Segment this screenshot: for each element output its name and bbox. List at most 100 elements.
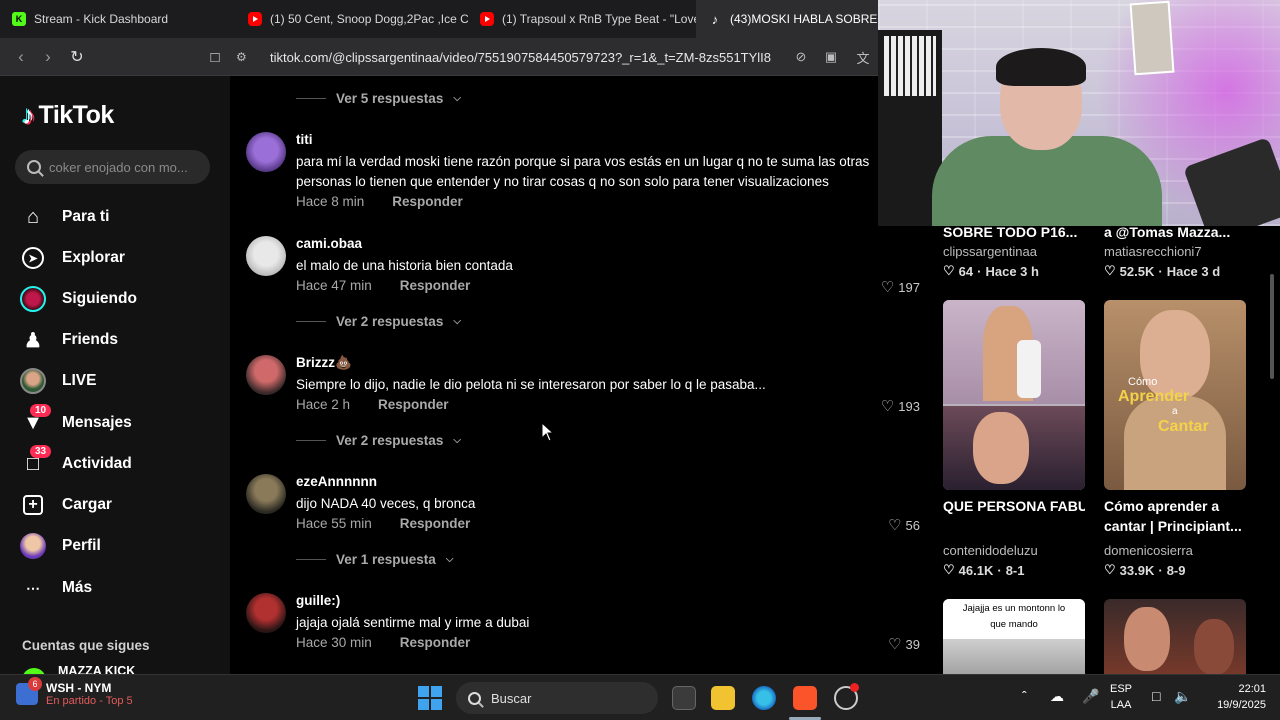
comment-time: Hace 30 min [296,635,372,650]
sidebar-item-perfil[interactable]: Perfil [20,531,101,561]
reply-button[interactable]: Responder [400,635,471,650]
site-settings-icon[interactable]: ⚙ [236,50,254,64]
video-thumbnail[interactable] [943,300,1085,490]
comment-username[interactable]: Brizzz💩 [296,355,352,371]
windows-start-icon[interactable] [418,686,442,710]
like-button[interactable]: ♡ 197 [881,278,920,296]
sidebar-item-cargar[interactable]: + Cargar [20,490,112,520]
edge-browser-icon[interactable] [752,686,776,710]
comment-avatar[interactable] [246,355,286,395]
translate-icon[interactable]: 文 [852,46,874,68]
taskbar-widget[interactable]: 6 WSH - NYM En partido - Top 5 [16,677,133,707]
comment-avatar[interactable] [246,474,286,514]
comment-item: cami.obaa el malo de una historia bien c… [246,236,926,300]
sidebar-item-mas[interactable]: ⋯ Más [20,573,92,603]
sidebar-item-label: Para ti [62,208,110,225]
video-thumbnail[interactable] [1104,599,1246,674]
video-when: 8-9 [1166,562,1186,578]
widget-subtitle: En partido - Top 5 [46,695,133,707]
address-bar[interactable]: ⚙ tiktok.com/@clipssargentinaa/video/755… [236,44,876,70]
clock-time: 22:01 [1238,683,1266,695]
comment-username[interactable]: titi [296,132,313,147]
tab-kick-dashboard[interactable]: K Stream - Kick Dashboard [0,0,236,38]
comment-meta: Hace 55 min Responder [296,516,470,531]
cast-icon[interactable]: ▣ [820,46,842,68]
taskbar-search-label: Buscar [491,690,532,706]
cloud-icon[interactable]: ☁ [1050,688,1064,705]
thumbnail-caption: Aprender [1118,388,1190,405]
upload-icon: + [20,492,46,518]
thumbnail-face [1124,607,1170,671]
bookmark-icon[interactable]: □ [204,46,226,68]
volume-icon[interactable]: 🔈 [1174,688,1191,705]
clock[interactable]: 22:01 19/9/2025 [1200,681,1266,713]
language-indicator[interactable]: ESP LAA [1110,681,1132,713]
sidebar-item-friends[interactable]: ♟ Friends [20,325,118,355]
scrollbar-thumb[interactable] [1270,274,1274,379]
view-replies-button[interactable]: Ver 2 respuestas ⌵ [296,311,461,331]
video-stats: ♡ 33.9K · 8-9 [1104,562,1186,578]
search-input[interactable]: coker enojado con mo... [15,150,210,184]
video-author[interactable]: contenidodeluzu [943,543,1038,558]
video-author[interactable]: matiasrecchioni7 [1104,244,1202,259]
thumbnail-face [973,412,1029,484]
video-likes: 33.9K [1119,562,1155,578]
tiktok-logo[interactable]: ♪ TikTok [22,100,114,131]
taskbar-search[interactable]: Buscar [456,682,658,714]
sidebar-item-live[interactable]: LIVE [20,366,96,396]
video-thumbnail[interactable]: Cómo Aprender a Cantar [1104,300,1246,490]
back-arrow-icon[interactable]: ‹ [10,46,32,68]
reply-button[interactable]: Responder [400,516,471,531]
video-thumbnail[interactable]: Jajajja es un montonn lo que mando [943,599,1085,674]
video-stats: ♡ 52.5K · Hace 3 d [1104,263,1220,279]
forward-arrow-icon[interactable]: › [37,46,59,68]
comment-avatar[interactable] [246,132,286,172]
comment-username[interactable]: cami.obaa [296,236,362,251]
comment-username[interactable]: ezeAnnnnnn [296,474,377,489]
reply-button[interactable]: Responder [400,278,471,293]
tiktok-note-icon: ♪ [22,100,35,130]
brave-browser-icon[interactable] [793,686,817,710]
reply-button[interactable]: Responder [378,397,449,412]
sidebar-item-mensajes[interactable]: ▼ 10 Mensajes [20,404,132,438]
tab-youtube-1[interactable]: (1) 50 Cent, Snoop Dogg,2Pac ,Ice Cu [236,0,468,38]
comment-avatar[interactable] [246,593,286,633]
video-card[interactable]: Jajajja es un montonn lo que mando [943,599,1085,674]
replies-divider [296,439,326,441]
microphone-icon[interactable]: 🎤 [1082,688,1099,705]
tab-tiktok-active[interactable]: ♪ (43)MOSKI HABLA SOBRE TOD [696,0,878,38]
chevron-down-icon: ⌵ [453,315,461,327]
sidebar-item-explorar[interactable]: ➤ Explorar [20,243,125,273]
no-tracking-icon[interactable]: ⊘ [790,46,812,68]
video-card[interactable] [1104,599,1246,674]
view-replies-button[interactable]: Ver 1 respuesta ⌵ [296,549,453,569]
chevron-up-icon[interactable]: ˆ [1022,688,1027,704]
comment-username[interactable]: guille:) [296,593,340,608]
reload-icon[interactable]: ↻ [66,46,88,68]
video-card[interactable]: QUE PERSONA FABULOSA😂😂... contenidodeluz… [943,300,1085,580]
file-explorer-icon[interactable] [711,686,735,710]
tab-youtube-2[interactable]: (1) Trapsoul x RnB Type Beat - "Love [468,0,696,38]
comment-avatar[interactable] [246,236,286,276]
like-button[interactable]: ♡ 39 [888,635,920,653]
comment-item: ezeAnnnnnn dijo NADA 40 veces, q bronca … [246,474,926,538]
sidebar-item-label: Friends [62,331,118,348]
network-icon[interactable]: □ [1152,688,1160,704]
task-view-icon[interactable] [672,686,696,710]
like-button[interactable]: ♡ 193 [881,397,920,415]
tab-label: (1) 50 Cent, Snoop Dogg,2Pac ,Ice Cu [270,12,468,26]
video-card[interactable]: Cómo Aprender a Cantar Cómo aprender a c… [1104,300,1246,580]
like-button[interactable]: ♡ 56 [888,516,920,534]
reply-button[interactable]: Responder [392,194,463,209]
notification-dot [850,683,859,692]
view-replies-button[interactable]: Ver 5 respuestas ⌵ [296,88,461,108]
sidebar-item-actividad[interactable]: □ 33 Actividad [20,445,132,479]
sidebar-item-siguiendo[interactable]: Siguiendo [20,284,137,314]
view-replies-button[interactable]: Ver 2 respuestas ⌵ [296,430,461,450]
following-account-name[interactable]: MAZZA KICK [58,664,135,674]
search-icon [27,160,41,174]
video-author[interactable]: domenicosierra [1104,543,1193,558]
sidebar-item-para-ti[interactable]: ⌂ Para ti [20,202,109,232]
video-author[interactable]: clipssargentinaa [943,244,1037,259]
sidebar-item-label: Mensajes [62,414,132,431]
